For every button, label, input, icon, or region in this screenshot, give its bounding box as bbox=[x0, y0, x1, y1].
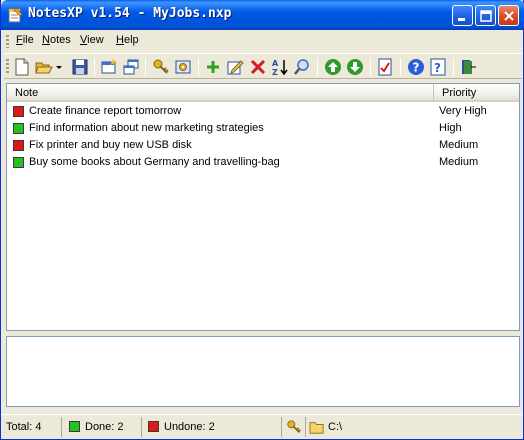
toolbar-separator bbox=[400, 58, 401, 76]
menu-view[interactable]: View bbox=[80, 34, 104, 46]
window-title: NotesXP v1.54 - MyJobs.nxp bbox=[28, 6, 232, 21]
undone-flag-icon bbox=[148, 421, 159, 432]
status-divider bbox=[61, 417, 62, 437]
title-bar[interactable]: NotesXP v1.54 - MyJobs.nxp bbox=[1, 0, 524, 30]
new-file-icon[interactable] bbox=[13, 58, 31, 76]
toolbar-separator bbox=[453, 58, 454, 76]
svg-text:?: ? bbox=[413, 61, 420, 75]
note-text: Buy some books about Germany and travell… bbox=[29, 156, 280, 168]
note-text: Fix printer and buy new USB disk bbox=[29, 139, 192, 151]
svg-text:A: A bbox=[272, 59, 279, 68]
notes-list[interactable]: Note Priority Create finance report tomo… bbox=[6, 83, 520, 331]
status-done: Done: 2 bbox=[85, 421, 124, 433]
edit-icon[interactable] bbox=[226, 58, 244, 76]
menu-file[interactable]: File bbox=[16, 34, 34, 46]
list-item[interactable]: Fix printer and buy new USB disk Medium bbox=[7, 137, 519, 154]
toolbar-separator bbox=[370, 58, 371, 76]
svg-text:Z: Z bbox=[272, 68, 278, 76]
close-button[interactable] bbox=[498, 5, 519, 26]
sort-az-icon[interactable]: A Z bbox=[271, 58, 289, 76]
folder-icon bbox=[309, 422, 324, 434]
priority-text: High bbox=[439, 122, 462, 134]
toolbar-separator bbox=[198, 58, 199, 76]
column-header-note[interactable]: Note bbox=[7, 84, 434, 102]
status-bar: Total: 4 Done: 2 Undone: 2 C:\ bbox=[1, 414, 523, 438]
open-folder-icon[interactable] bbox=[35, 58, 53, 76]
find-icon[interactable] bbox=[293, 58, 311, 76]
status-total: Total: 4 bbox=[6, 421, 42, 433]
list-header: Note Priority bbox=[7, 84, 519, 102]
dropdown-arrow-icon[interactable] bbox=[54, 58, 64, 76]
status-divider bbox=[141, 417, 142, 437]
priority-text: Medium bbox=[439, 156, 479, 168]
done-flag-icon bbox=[13, 123, 24, 134]
key-icon[interactable] bbox=[152, 58, 170, 76]
status-divider bbox=[281, 417, 282, 437]
toolbar-separator bbox=[94, 58, 95, 76]
delete-icon[interactable] bbox=[249, 58, 267, 76]
notes-app-icon bbox=[8, 7, 23, 23]
exit-icon[interactable] bbox=[459, 58, 477, 76]
move-up-icon[interactable] bbox=[324, 58, 342, 76]
new-window-icon[interactable] bbox=[100, 58, 118, 76]
note-text: Find information about new marketing str… bbox=[29, 122, 264, 134]
menu-notes[interactable]: Notes bbox=[42, 34, 71, 46]
menu-help[interactable]: Help bbox=[116, 34, 139, 46]
add-icon[interactable] bbox=[204, 58, 222, 76]
note-detail-area[interactable] bbox=[6, 336, 520, 407]
mark-done-icon[interactable] bbox=[376, 58, 394, 76]
close-icon bbox=[504, 11, 514, 21]
status-path: C:\ bbox=[328, 421, 343, 433]
list-item[interactable]: Find information about new marketing str… bbox=[7, 120, 519, 137]
menu-bar: File Notes View Help bbox=[4, 31, 522, 51]
note-text: Create finance report tomorrow bbox=[29, 105, 182, 117]
toolbar-separator bbox=[145, 58, 146, 76]
windows-icon[interactable] bbox=[122, 58, 140, 76]
toolbar-grip bbox=[6, 59, 9, 74]
save-icon[interactable] bbox=[71, 58, 89, 76]
maximize-button[interactable] bbox=[475, 5, 496, 26]
priority-text: Medium bbox=[439, 139, 479, 151]
priority-text: Very High bbox=[439, 105, 487, 117]
about-icon[interactable]: ? bbox=[429, 58, 447, 76]
maximize-icon bbox=[480, 10, 492, 22]
toolbar: A Z ? ? bbox=[4, 53, 522, 79]
help-icon[interactable]: ? bbox=[407, 58, 425, 76]
svg-text:?: ? bbox=[434, 61, 441, 75]
minimize-button[interactable] bbox=[452, 5, 473, 26]
move-down-icon[interactable] bbox=[346, 58, 364, 76]
column-header-priority[interactable]: Priority bbox=[434, 84, 519, 102]
key-icon bbox=[287, 420, 301, 433]
minimize-icon bbox=[458, 18, 465, 21]
app-window: NotesXP v1.54 - MyJobs.nxp File Notes Vi… bbox=[0, 0, 524, 440]
status-undone: Undone: 2 bbox=[164, 421, 215, 433]
settings-icon[interactable] bbox=[174, 58, 192, 76]
undone-flag-icon bbox=[13, 140, 24, 151]
status-divider bbox=[305, 417, 306, 437]
menu-grip bbox=[6, 35, 9, 48]
toolbar-separator bbox=[317, 58, 318, 76]
list-item[interactable]: Create finance report tomorrow Very High bbox=[7, 103, 519, 120]
undone-flag-icon bbox=[13, 106, 24, 117]
done-flag-icon bbox=[13, 157, 24, 168]
done-flag-icon bbox=[69, 421, 80, 432]
list-item[interactable]: Buy some books about Germany and travell… bbox=[7, 154, 519, 171]
